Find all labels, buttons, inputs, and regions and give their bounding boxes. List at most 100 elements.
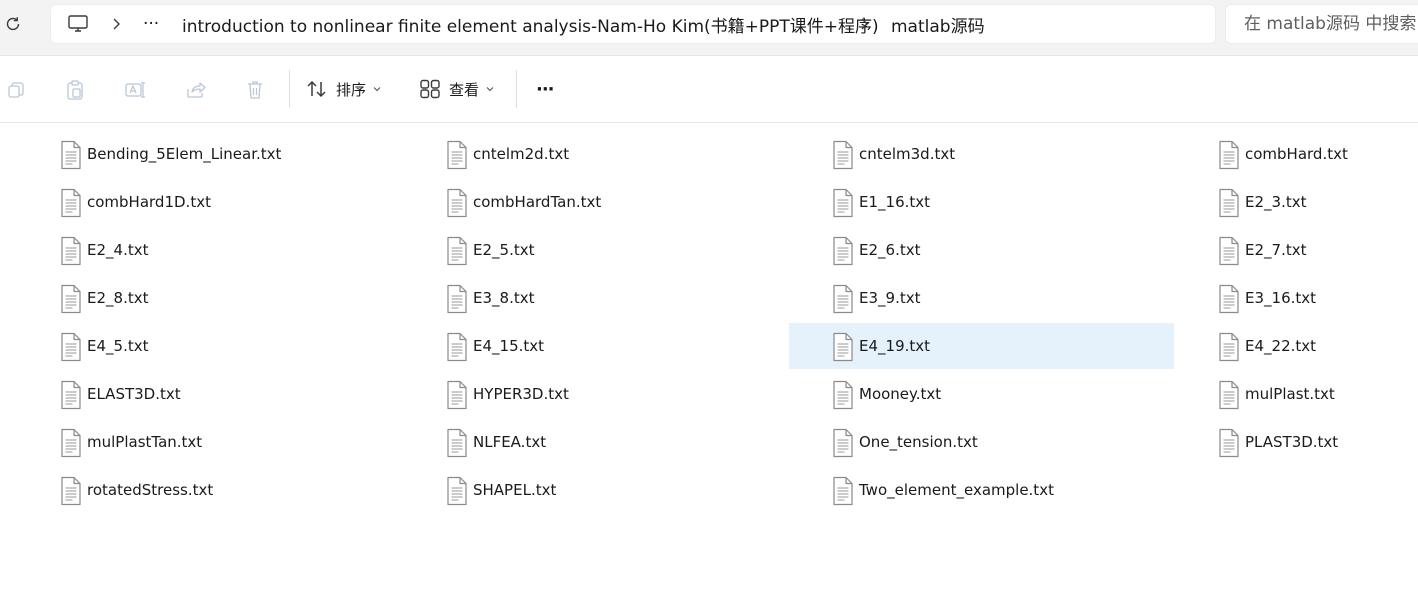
breadcrumb-chevron-icon[interactable] bbox=[111, 5, 121, 43]
file-name: E2_6.txt bbox=[859, 241, 921, 259]
file-name: E2_7.txt bbox=[1245, 241, 1307, 259]
file-item[interactable]: One_tension.txt bbox=[789, 419, 1174, 465]
more-options-button[interactable]: ··· bbox=[536, 70, 554, 108]
file-name: combHardTan.txt bbox=[473, 193, 602, 211]
file-name: E2_5.txt bbox=[473, 241, 535, 259]
file-item[interactable]: combHardTan.txt bbox=[386, 179, 771, 225]
file-name: SHAPEL.txt bbox=[473, 481, 557, 499]
search-box[interactable] bbox=[1226, 5, 1418, 43]
search-input[interactable] bbox=[1244, 5, 1418, 43]
copy-icon[interactable] bbox=[4, 78, 28, 102]
file-item[interactable]: E2_8.txt bbox=[0, 275, 385, 321]
text-file-icon bbox=[445, 476, 469, 506]
file-item[interactable]: combHard.txt bbox=[1158, 131, 1418, 177]
file-item[interactable]: E4_19.txt bbox=[789, 323, 1174, 369]
file-name: E2_4.txt bbox=[87, 241, 149, 259]
text-file-icon bbox=[445, 188, 469, 218]
breadcrumb-ellipsis[interactable]: ··· bbox=[143, 5, 159, 43]
refresh-icon[interactable] bbox=[3, 14, 23, 34]
text-file-icon bbox=[1217, 236, 1241, 266]
file-item[interactable]: cntelm2d.txt bbox=[386, 131, 771, 177]
text-file-icon bbox=[1217, 428, 1241, 458]
file-item[interactable]: E3_16.txt bbox=[1158, 275, 1418, 321]
text-file-icon bbox=[831, 236, 855, 266]
file-item[interactable]: SHAPEL.txt bbox=[386, 467, 771, 513]
view-button[interactable]: 查看 bbox=[419, 70, 495, 108]
text-file-icon bbox=[59, 476, 83, 506]
file-item[interactable]: E3_8.txt bbox=[386, 275, 771, 321]
file-name: Mooney.txt bbox=[859, 385, 942, 403]
breadcrumb-item-folder[interactable]: introduction to nonlinear finite element… bbox=[182, 5, 879, 43]
breadcrumb-item-current[interactable]: matlab源码 bbox=[891, 5, 985, 43]
file-name: E4_5.txt bbox=[87, 337, 149, 355]
file-item[interactable]: E4_5.txt bbox=[0, 323, 385, 369]
share-icon[interactable] bbox=[184, 78, 208, 102]
file-item[interactable]: mulPlastTan.txt bbox=[0, 419, 385, 465]
file-name: ELAST3D.txt bbox=[87, 385, 181, 403]
file-name: E3_16.txt bbox=[1245, 289, 1317, 307]
breadcrumb[interactable]: ··· introduction to nonlinear finite ele… bbox=[51, 5, 1215, 43]
text-file-icon bbox=[831, 188, 855, 218]
breadcrumb-current-label: matlab源码 bbox=[891, 16, 985, 37]
text-file-icon bbox=[831, 332, 855, 362]
file-item[interactable]: Bending_5Elem_Linear.txt bbox=[0, 131, 385, 177]
text-file-icon bbox=[59, 332, 83, 362]
file-name: cntelm2d.txt bbox=[473, 145, 570, 163]
address-bar: ··· introduction to nonlinear finite ele… bbox=[0, 0, 1418, 56]
file-name: Bending_5Elem_Linear.txt bbox=[87, 145, 282, 163]
file-name: combHard1D.txt bbox=[87, 193, 211, 211]
file-item[interactable]: E2_4.txt bbox=[0, 227, 385, 273]
file-item[interactable]: E3_9.txt bbox=[789, 275, 1174, 321]
paste-icon[interactable] bbox=[63, 78, 87, 102]
file-item[interactable]: ELAST3D.txt bbox=[0, 371, 385, 417]
file-item[interactable]: NLFEA.txt bbox=[386, 419, 771, 465]
computer-icon[interactable] bbox=[67, 5, 89, 43]
text-file-icon bbox=[445, 236, 469, 266]
file-item[interactable]: Two_element_example.txt bbox=[789, 467, 1174, 513]
breadcrumb-chevron-icon[interactable] bbox=[859, 5, 869, 43]
file-item[interactable]: rotatedStress.txt bbox=[0, 467, 385, 513]
text-file-icon bbox=[445, 380, 469, 410]
file-item[interactable]: E2_5.txt bbox=[386, 227, 771, 273]
text-file-icon bbox=[1217, 188, 1241, 218]
file-item[interactable]: mulPlast.txt bbox=[1158, 371, 1418, 417]
file-item[interactable]: PLAST3D.txt bbox=[1158, 419, 1418, 465]
file-item[interactable]: HYPER3D.txt bbox=[386, 371, 771, 417]
more-label: ··· bbox=[536, 78, 554, 100]
text-file-icon bbox=[1217, 380, 1241, 410]
text-file-icon bbox=[831, 428, 855, 458]
sort-button[interactable]: 排序 bbox=[306, 70, 382, 108]
file-list: Bending_5Elem_Linear.txt cntelm2d.txt cnte… bbox=[0, 123, 1418, 597]
text-file-icon bbox=[1217, 284, 1241, 314]
toolbar-divider bbox=[516, 70, 517, 108]
file-name: HYPER3D.txt bbox=[473, 385, 569, 403]
breadcrumb-ellipsis-label: ··· bbox=[143, 14, 160, 34]
delete-icon[interactable] bbox=[243, 78, 267, 102]
file-name: Two_element_example.txt bbox=[859, 481, 1054, 499]
text-file-icon bbox=[59, 188, 83, 218]
file-name: cntelm3d.txt bbox=[859, 145, 956, 163]
file-name: mulPlastTan.txt bbox=[87, 433, 203, 451]
file-item[interactable]: E1_16.txt bbox=[789, 179, 1174, 225]
text-file-icon bbox=[831, 476, 855, 506]
chevron-down-icon bbox=[485, 85, 495, 93]
file-name: E4_15.txt bbox=[473, 337, 545, 355]
text-file-icon bbox=[445, 332, 469, 362]
file-item[interactable]: cntelm3d.txt bbox=[789, 131, 1174, 177]
file-item[interactable]: combHard1D.txt bbox=[0, 179, 385, 225]
rename-icon[interactable] bbox=[123, 78, 147, 102]
file-item[interactable]: E2_3.txt bbox=[1158, 179, 1418, 225]
file-item[interactable]: Mooney.txt bbox=[789, 371, 1174, 417]
text-file-icon bbox=[59, 380, 83, 410]
file-item[interactable]: E2_6.txt bbox=[789, 227, 1174, 273]
text-file-icon bbox=[1217, 140, 1241, 170]
file-item[interactable]: E2_7.txt bbox=[1158, 227, 1418, 273]
file-name: rotatedStress.txt bbox=[87, 481, 214, 499]
grid-view-icon bbox=[419, 79, 441, 99]
chevron-down-icon bbox=[372, 85, 382, 93]
file-item[interactable]: E4_22.txt bbox=[1158, 323, 1418, 369]
file-item[interactable]: E4_15.txt bbox=[386, 323, 771, 369]
file-name: E2_3.txt bbox=[1245, 193, 1307, 211]
sort-icon bbox=[306, 79, 328, 99]
text-file-icon bbox=[59, 284, 83, 314]
